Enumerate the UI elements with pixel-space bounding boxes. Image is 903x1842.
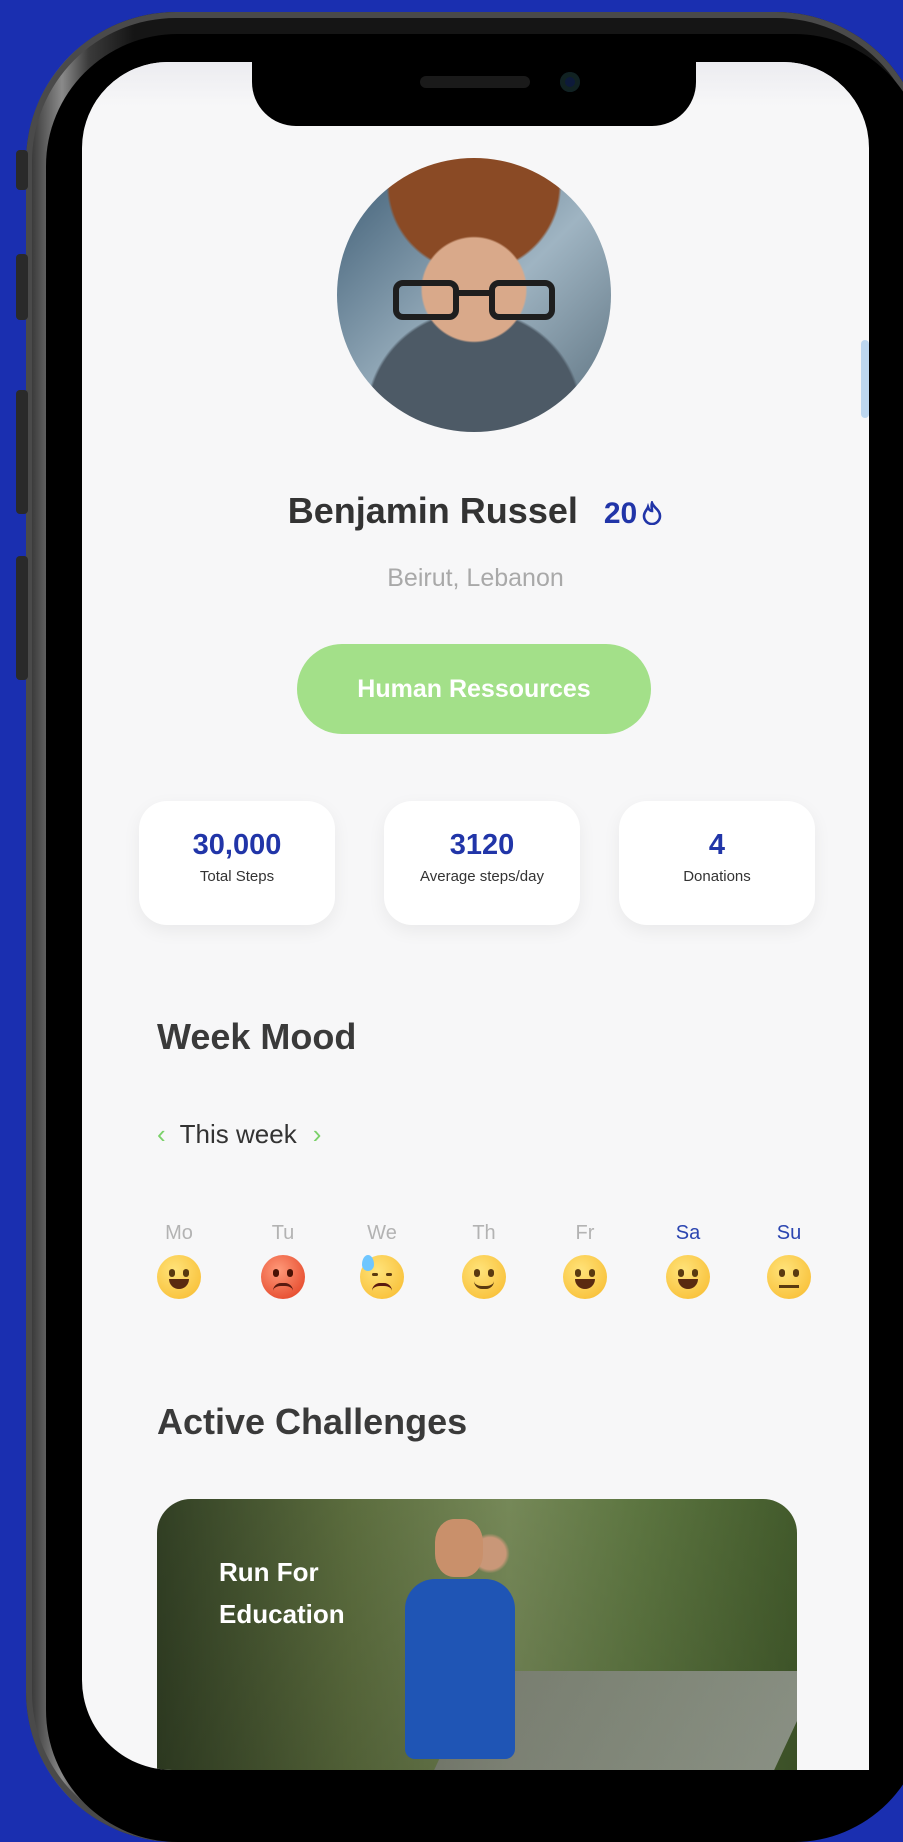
avatar[interactable] <box>337 158 611 432</box>
mood-day-mo[interactable]: Mo <box>149 1222 209 1299</box>
notch <box>252 60 696 126</box>
angry-face-icon <box>261 1255 305 1299</box>
stat-card-average-steps: 3120 Average steps/day <box>384 801 580 925</box>
grinning-face-icon <box>157 1255 201 1299</box>
app-screen: Benjamin Russel 20 Beirut, Lebanon Human … <box>82 62 869 1770</box>
stat-label: Average steps/day <box>420 868 544 885</box>
day-label: Th <box>472 1222 496 1244</box>
department-button[interactable]: Human Ressources <box>297 644 651 734</box>
challenge-title: Run For Education <box>219 1557 345 1629</box>
runner-image <box>397 1519 517 1770</box>
day-label: Mo <box>165 1222 193 1244</box>
mood-day-sa[interactable]: Sa <box>658 1222 718 1299</box>
week-label: This week <box>179 1118 297 1149</box>
mood-day-we[interactable]: We <box>352 1222 412 1299</box>
day-label: We <box>367 1222 397 1244</box>
volume-down-button <box>16 390 28 514</box>
day-label: Sa <box>675 1222 701 1244</box>
mute-switch <box>16 150 28 190</box>
challenge-card[interactable]: Run For Education <box>157 1499 797 1770</box>
stat-value: 4 <box>708 829 726 861</box>
week-mood-title: Week Mood <box>157 1016 357 1057</box>
stat-label: Total Steps <box>199 868 275 885</box>
scrollbar[interactable] <box>861 340 869 418</box>
camera-icon <box>560 72 580 92</box>
day-label: Fr <box>575 1222 595 1244</box>
stat-card-total-steps: 30,000 Total Steps <box>139 801 335 925</box>
grinning-face-icon <box>666 1255 710 1299</box>
day-label: Su <box>776 1222 802 1244</box>
active-challenges-title: Active Challenges <box>157 1401 468 1442</box>
side-button <box>16 556 28 680</box>
mood-day-fr[interactable]: Fr <box>555 1222 615 1299</box>
chevron-right-icon[interactable]: › <box>313 1119 322 1150</box>
slightly-smiling-face-icon <box>462 1255 506 1299</box>
stat-label: Donations <box>683 868 751 885</box>
mood-day-tu[interactable]: Tu <box>253 1222 313 1299</box>
day-label: Tu <box>271 1222 295 1244</box>
week-navigator: ‹ This week › <box>157 1114 321 1154</box>
mood-day-su[interactable]: Su <box>759 1222 819 1299</box>
speaker-grille <box>420 76 530 88</box>
profile-name: Benjamin Russel <box>287 490 578 531</box>
grinning-face-icon <box>563 1255 607 1299</box>
volume-up-button <box>16 254 28 320</box>
stat-value: 3120 <box>449 829 515 861</box>
mood-day-th[interactable]: Th <box>454 1222 514 1299</box>
chevron-left-icon[interactable]: ‹ <box>157 1119 166 1150</box>
stat-card-donations: 4 Donations <box>619 801 815 925</box>
neutral-face-icon <box>767 1255 811 1299</box>
stat-value: 30,000 <box>192 829 282 861</box>
downcast-sweat-face-icon <box>360 1255 404 1299</box>
profile-location: Beirut, Lebanon <box>387 564 564 592</box>
streak-score: 20 <box>603 497 638 530</box>
glasses-graphic <box>393 280 555 324</box>
profile-header: Benjamin Russel 20 <box>82 490 869 532</box>
flame-icon <box>642 501 662 525</box>
